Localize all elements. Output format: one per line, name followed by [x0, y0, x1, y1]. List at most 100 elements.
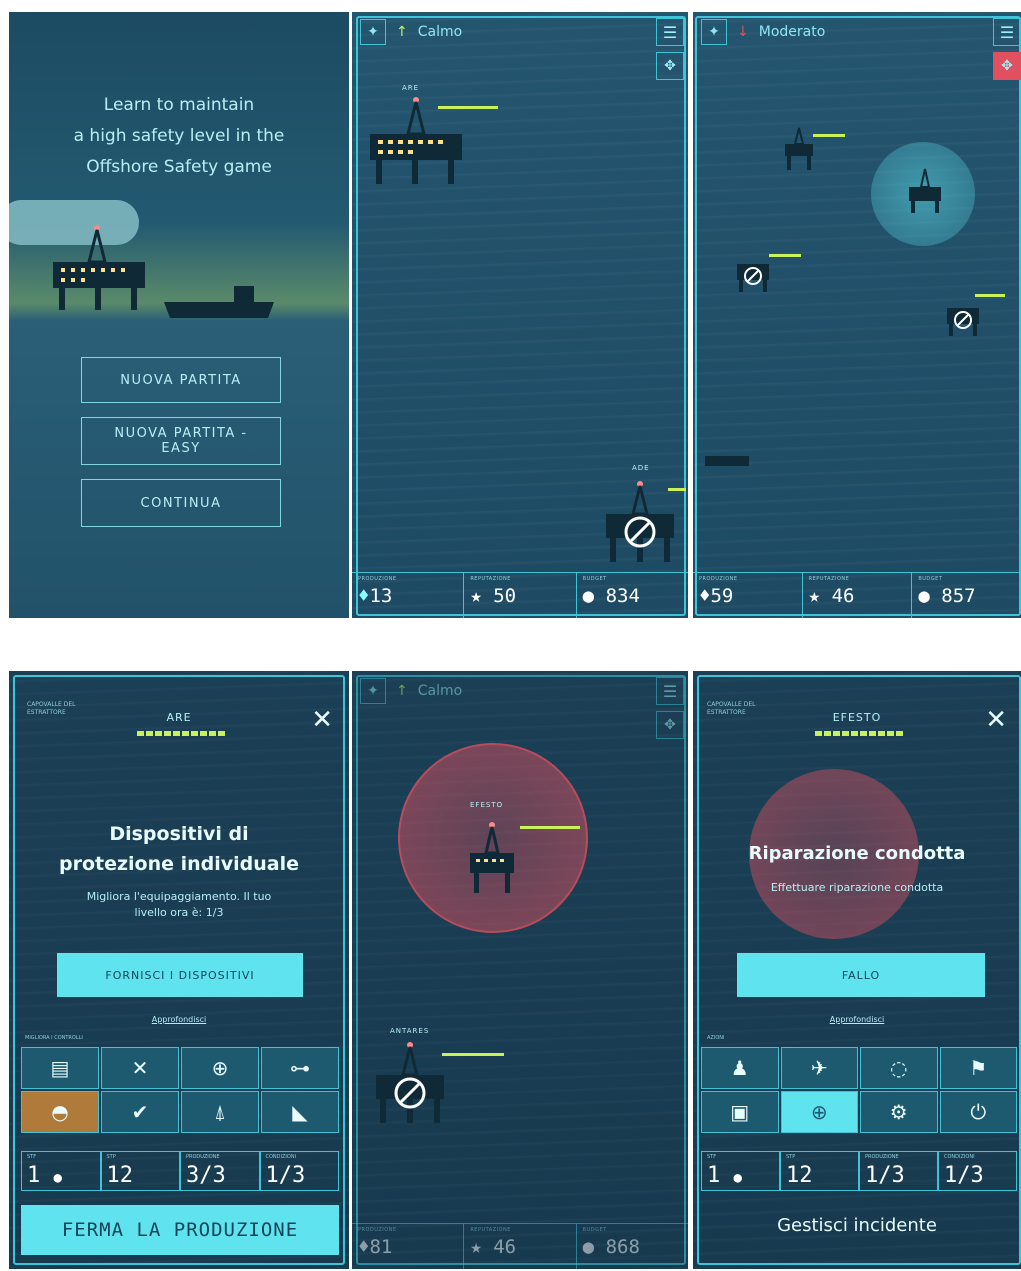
pipe-repair-icon[interactable]: ⊕ — [780, 1091, 858, 1133]
incident-dialog: CAPOVALLE DEL ESTRATTORE EFESTO ✕ Ripara… — [693, 671, 1021, 1269]
star-icon: ★ — [470, 1236, 482, 1258]
oil-rig[interactable] — [781, 124, 817, 174]
game-screen-alert: ✦ ↑ Calmo ☰ ✥ EFESTO ANTARES PRODUZIONE … — [352, 671, 688, 1269]
production-stat: PRODUZIONE ♦13 — [352, 573, 465, 618]
production-stat: PRODUZIONE ♦59 — [693, 573, 803, 618]
star-icon: ★ — [470, 585, 482, 607]
dialog-description: Effettuare riparazione condotta — [770, 881, 944, 894]
helicopter-icon[interactable]: ✈ — [780, 1047, 858, 1089]
dialog-title: Riparazione condotta — [748, 843, 966, 864]
intro-screen: Learn to maintain a high safety level in… — [9, 12, 349, 618]
helmet-icon[interactable]: ◓ — [21, 1091, 99, 1133]
rig-name: ARE — [166, 711, 192, 724]
budget-stat: BUDGET ● 857 — [918, 576, 976, 607]
rig-name: EFESTO — [832, 711, 882, 724]
provide-devices-button[interactable]: FORNISCI I DISPOSITIVI — [57, 953, 303, 997]
compass-icon[interactable]: ✦ — [360, 678, 386, 704]
oil-rig-stopped[interactable] — [370, 1039, 450, 1129]
drop-icon: ● — [733, 1170, 742, 1186]
rig-stats: STF 1 ● STP 12 PRODUZIONE 1/3 CONDIZIONI 1/3 — [701, 1151, 1017, 1191]
new-game-easy-button[interactable]: NUOVA PARTITA - EASY — [81, 417, 281, 465]
section-label: MIGLIORA I CONTROLLI — [25, 1035, 83, 1041]
train-icon[interactable]: ▣ — [701, 1091, 779, 1133]
ship-illustration — [164, 282, 274, 322]
oil-rig-stopped[interactable] — [733, 250, 773, 296]
pipe-icon[interactable]: ⊶ — [261, 1047, 339, 1089]
coin-icon: ● — [582, 585, 595, 607]
coin-icon: ● — [582, 1236, 595, 1258]
move-icon[interactable]: ✥ — [656, 52, 684, 80]
move-icon[interactable]: ✥ — [656, 711, 684, 739]
rig-label: ANTARES — [390, 1027, 430, 1035]
actions-grid: ♟ ✈ ◌ ⚑ ▣ ⊕ ⚙ ⏻ — [701, 1047, 1017, 1133]
learn-more-link[interactable]: Approfondisci — [693, 1015, 1021, 1024]
production-bar — [442, 1053, 504, 1056]
wind-arrow-icon: ↑ — [396, 24, 408, 40]
drop-icon: ● — [53, 1170, 62, 1186]
reputation-stat: REPUTAZIONE ★ 46 — [464, 1224, 577, 1269]
move-icon[interactable]: ✥ — [993, 52, 1021, 80]
menu-icon[interactable]: ☰ — [656, 677, 684, 705]
reputation-stat: REPUTAZIONE ★ 46 — [803, 573, 913, 618]
wind-arrow-icon: ↑ — [396, 683, 408, 699]
manual-icon[interactable]: ▤ — [21, 1047, 99, 1089]
production-bar — [137, 731, 227, 736]
antenna-icon[interactable]: ⍋ — [181, 1091, 259, 1133]
production-stat: PRODUZIONE ♦81 — [352, 1224, 465, 1269]
rig-label: EFESTO — [470, 801, 504, 809]
rig-label: ARE — [402, 84, 420, 92]
weather-label: Calmo — [417, 24, 463, 40]
close-icon[interactable]: ✕ — [311, 705, 333, 735]
refresh-icon[interactable]: ◌ — [860, 1047, 938, 1089]
ship — [705, 456, 749, 466]
tools-icon[interactable]: ✕ — [101, 1047, 179, 1089]
reputation-stat: REPUTAZIONE ★ 50 — [464, 573, 577, 618]
dialog-title: Dispositivi di protezione individuale — [58, 823, 300, 875]
game-screen-calm: ✦ ↑ Calmo ☰ ✥ ARE ADE PRODUZIONE ♦13 REP… — [352, 12, 688, 618]
star-icon: ★ — [808, 585, 821, 607]
stop-production-button[interactable]: FERMA LA PRODUZIONE — [21, 1205, 339, 1255]
compass-icon[interactable]: ✦ — [701, 19, 727, 45]
rig-label: ADE — [632, 464, 650, 472]
oil-rig[interactable] — [464, 819, 520, 899]
rig-stats: STF 1 ● STP 12 PRODUZIONE 3/3 CONDIZIONI 1/3 — [21, 1151, 339, 1191]
checklist-icon[interactable]: ✔ — [101, 1091, 179, 1133]
learn-more-link[interactable]: Approfondisci — [9, 1015, 349, 1024]
compass-icon[interactable]: ✦ — [360, 19, 386, 45]
budget-stat: BUDGET ● 868 — [582, 1227, 640, 1258]
flame-drop-icon: ♦ — [358, 1236, 370, 1258]
sensor-icon[interactable]: ◣ — [261, 1091, 339, 1133]
oil-rig-illustration — [49, 222, 149, 312]
close-icon[interactable]: ✕ — [985, 705, 1007, 735]
weather-label: Calmo — [417, 683, 463, 699]
game-screen-moderate: ✦ ↓ Moderato ☰ ✥ PRODUZIONE ♦59 REPUTAZI… — [693, 12, 1021, 618]
flame-drop-icon: ♦ — [358, 585, 370, 607]
oil-rig[interactable] — [366, 92, 466, 192]
gear-icon[interactable]: ⚙ — [860, 1091, 938, 1133]
production-bar — [815, 731, 905, 736]
manage-incident-label[interactable]: Gestisci incidente — [693, 1215, 1021, 1236]
budget-stat: BUDGET ● 834 — [582, 576, 640, 607]
running-person-icon[interactable]: ⚑ — [939, 1047, 1017, 1089]
upgrade-dialog: CAPOVALLE DEL ESTRATTORE ARE ✕ Dispositi… — [9, 671, 349, 1269]
oil-rig-stopped[interactable] — [943, 294, 983, 340]
valve-icon[interactable]: ⊕ — [181, 1047, 259, 1089]
power-icon[interactable]: ⏻ — [939, 1091, 1017, 1133]
production-bar — [520, 826, 580, 829]
dialog-description: Migliora l'equipaggiamento. Il tuo livel… — [86, 890, 272, 919]
menu-icon[interactable]: ☰ — [656, 18, 684, 46]
workers-icon[interactable]: ♟ — [701, 1047, 779, 1089]
coin-icon: ● — [918, 585, 930, 607]
oil-rig-stopped[interactable] — [600, 478, 680, 568]
menu-icon[interactable]: ☰ — [993, 18, 1021, 46]
weather-label: Moderato — [758, 24, 826, 40]
oil-rig[interactable] — [905, 167, 945, 217]
wind-arrow-icon: ↓ — [737, 24, 749, 40]
flame-drop-icon: ♦ — [699, 585, 711, 607]
continue-button[interactable]: CONTINUA — [81, 479, 281, 527]
section-label: AZIONI — [707, 1035, 725, 1041]
do-it-button[interactable]: FALLO — [737, 953, 985, 997]
controls-grid: ▤ ✕ ⊕ ⊶ ◓ ✔ ⍋ ◣ — [21, 1047, 339, 1133]
intro-tagline: Learn to maintain a high safety level in… — [73, 95, 285, 177]
new-game-button[interactable]: NUOVA PARTITA — [81, 357, 281, 403]
